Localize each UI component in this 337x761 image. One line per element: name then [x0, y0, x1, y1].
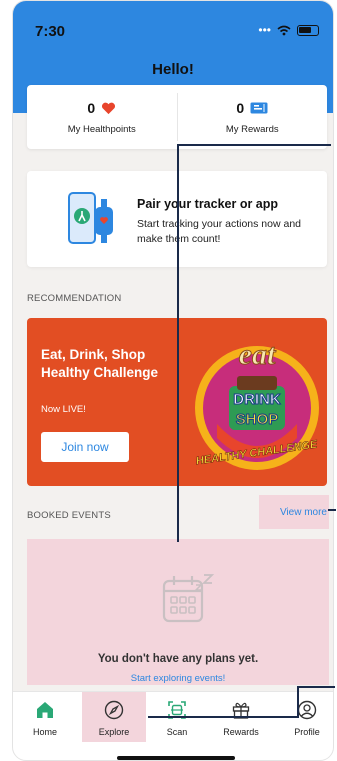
tab-home-label: Home: [32, 727, 57, 737]
challenge-logo-image: eat DRINK SHOP HEALTHY CHALLENGE: [195, 338, 319, 470]
promo-title: Eat, Drink, Shop Healthy Challenge: [41, 347, 159, 380]
healthpoints-value: 0: [87, 100, 96, 116]
status-time: 7:30: [35, 23, 66, 40]
join-now-button[interactable]: Join now: [41, 432, 129, 462]
bottom-tab-bar: Home Explore Scan Rewards Profile: [13, 691, 333, 760]
healthpoints-label: My Healthpoints: [67, 124, 136, 135]
tab-explore-label: Explore: [98, 727, 130, 737]
explore-events-link[interactable]: Start exploring events!: [27, 673, 329, 684]
art-word-drink: DRINK: [233, 391, 281, 408]
connector-line: [297, 686, 335, 688]
phone-watch-icon: [68, 192, 113, 244]
view-more-button[interactable]: View more: [259, 495, 329, 529]
rewards-label: My Rewards: [225, 124, 279, 135]
booked-events-empty-state: You don't have any plans yet. Start expl…: [27, 539, 329, 685]
profile-icon: [297, 700, 317, 720]
connector-line: [297, 686, 299, 718]
home-indicator: [117, 756, 235, 760]
healthpoints-stat[interactable]: 0 My Healthpoints: [27, 85, 177, 149]
heart-icon: [102, 102, 116, 114]
booked-events-heading: BOOKED EVENTS: [27, 510, 111, 521]
greeting-title: Hello!: [152, 61, 194, 78]
home-icon: [37, 702, 53, 718]
tab-explore[interactable]: Explore: [82, 692, 146, 742]
connector-line: [148, 716, 298, 718]
connector-line: [177, 144, 179, 542]
tab-profile-label: Profile: [294, 727, 320, 737]
rewards-stat[interactable]: 0 My Rewards: [176, 93, 328, 141]
empty-events-message: You don't have any plans yet.: [97, 653, 259, 665]
app-screen: 7:30 ••• Hello! 0 My Healthpoints 0 My R…: [12, 0, 334, 761]
status-bar: 7:30 •••: [13, 1, 333, 49]
tab-home[interactable]: Home: [13, 692, 77, 742]
battery-icon: [297, 24, 319, 36]
compass-icon: [104, 700, 124, 720]
wifi-icon: [277, 25, 291, 35]
ticket-icon: [250, 102, 268, 114]
art-word-eat: eat: [239, 338, 277, 371]
calendar-sleep-icon: [162, 574, 215, 623]
recommendation-heading: RECOMMENDATION: [27, 293, 122, 304]
signal-icon: •••: [258, 23, 271, 37]
status-icons: •••: [258, 23, 319, 37]
tab-scan-label: Scan: [166, 727, 188, 737]
art-word-shop: SHOP: [236, 411, 279, 428]
connector-line: [328, 509, 336, 511]
pair-card-description: Start tracking your actions now and make…: [137, 218, 302, 245]
stats-card: 0 My Healthpoints 0 My Rewards: [27, 85, 327, 149]
rewards-value: 0: [236, 100, 245, 116]
pair-card-title: Pair your tracker or app: [137, 197, 279, 211]
connector-line: [177, 144, 331, 146]
tab-rewards-label: Rewards: [223, 727, 259, 737]
promo-subtitle: Now LIVE!: [41, 404, 86, 415]
